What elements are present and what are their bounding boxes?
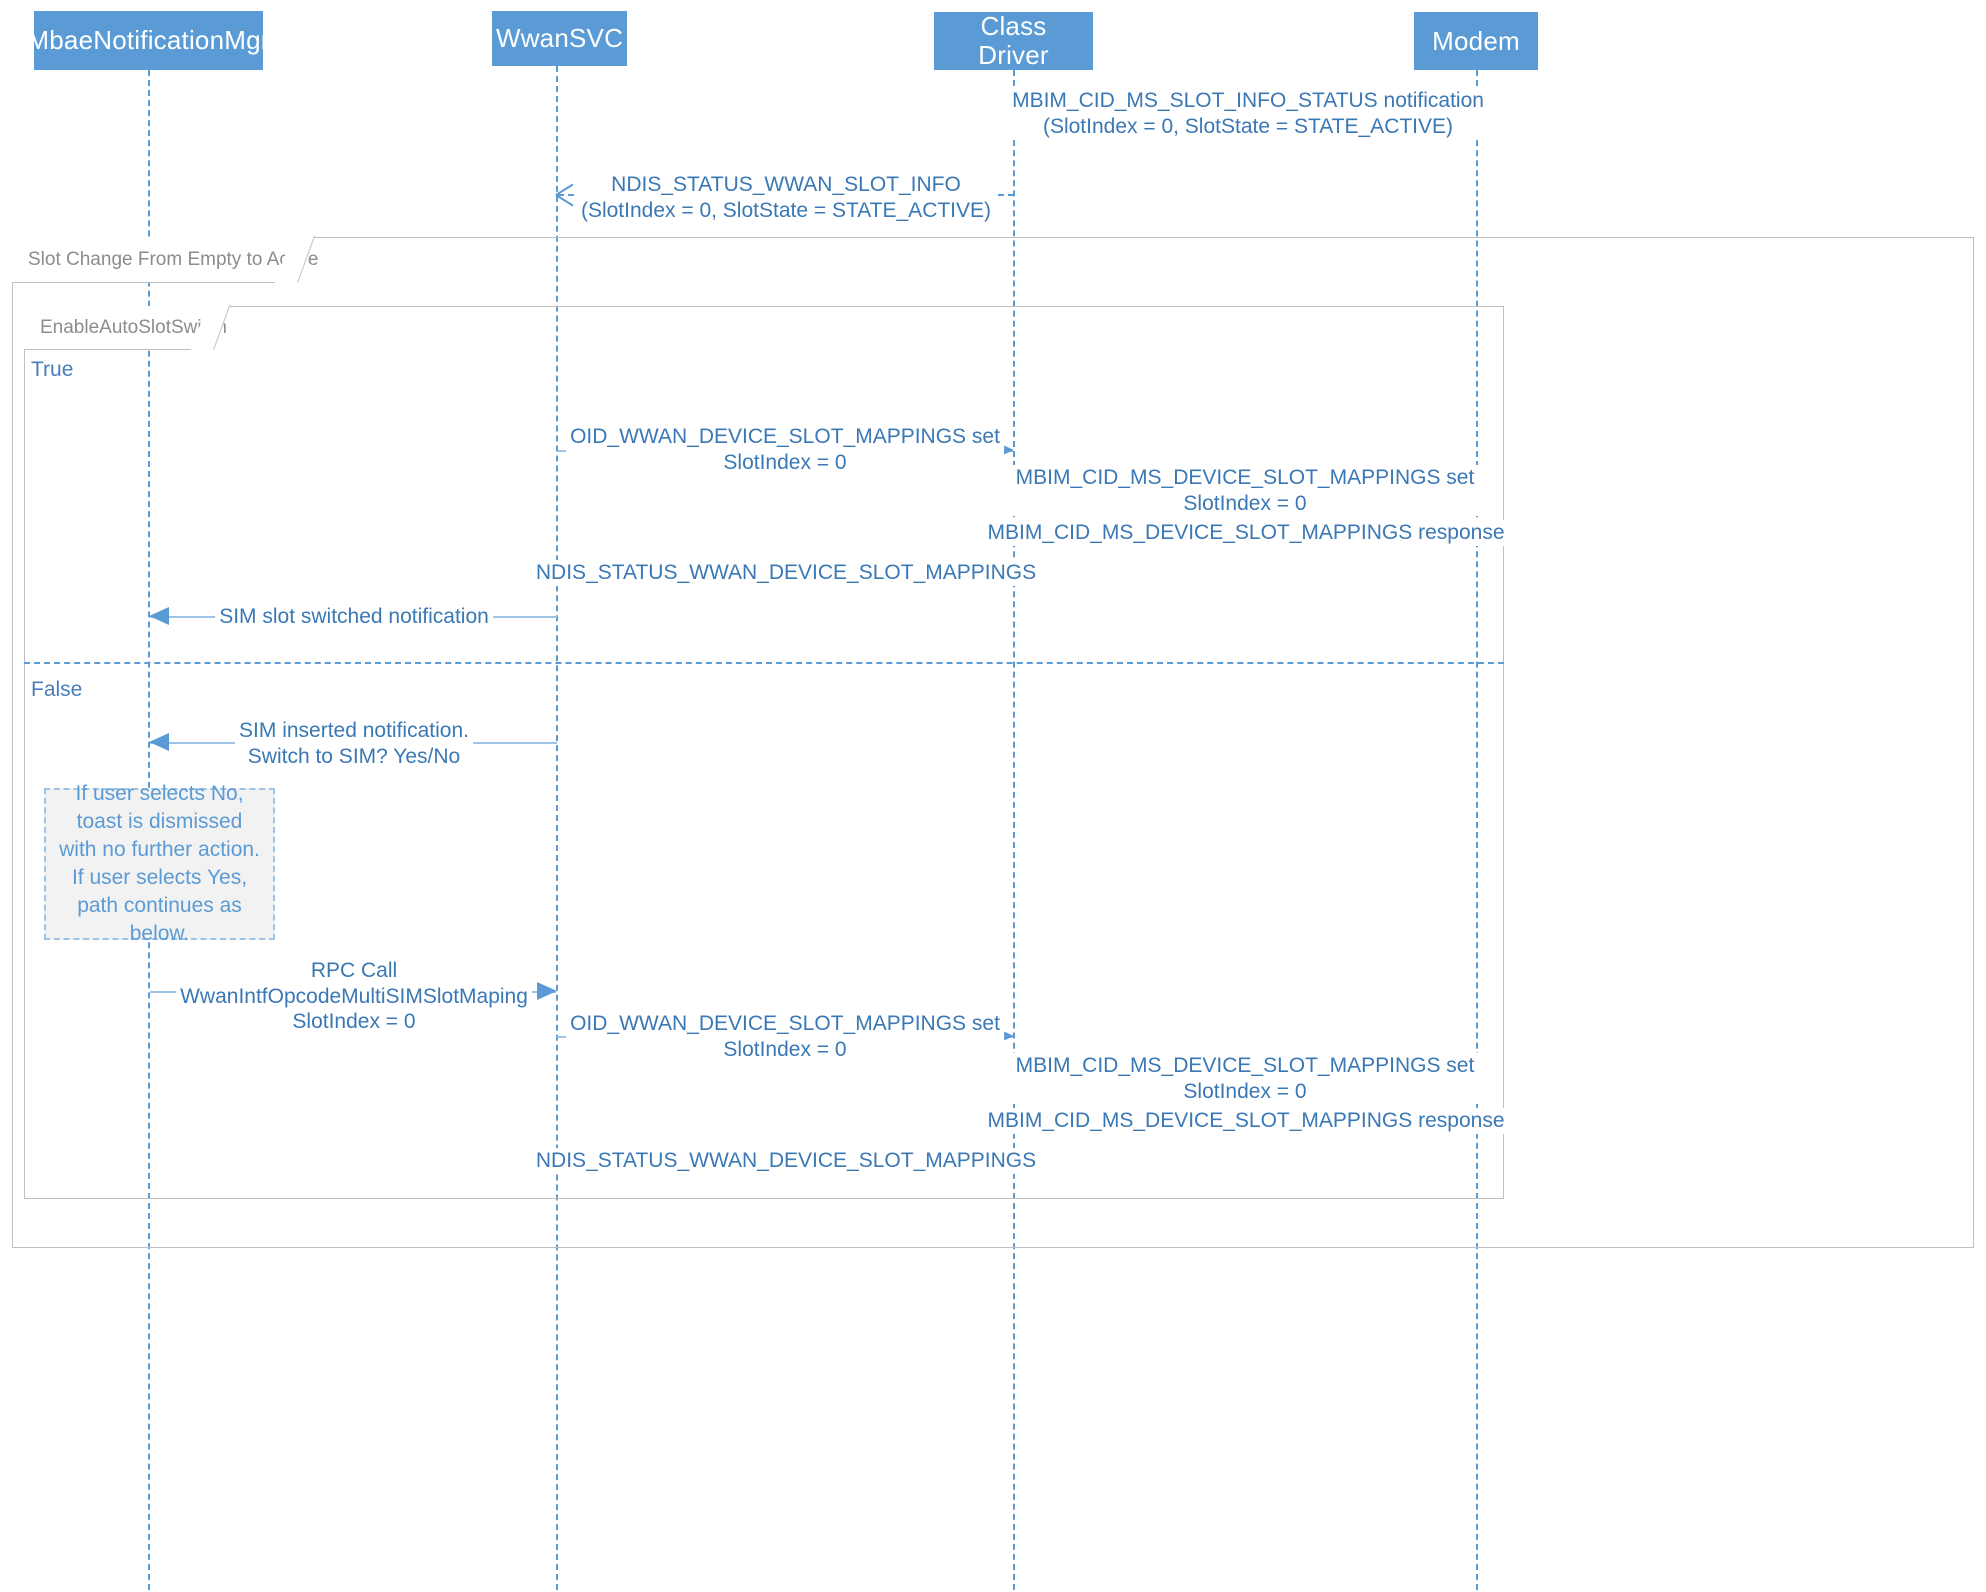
note-toast-behaviour: If user selects No, toast is dismissed w… — [44, 782, 275, 945]
guard-true: True — [31, 358, 74, 381]
message-m7-label: SIM slot switched notification — [215, 604, 493, 630]
participant-wwansvc[interactable]: WwanSVC — [492, 11, 627, 66]
participant-class-driver-label: Class Driver — [978, 11, 1049, 70]
message-m9-label: RPC Call WwanIntfOpcodeMultiSIMSlotMapin… — [176, 958, 532, 1035]
message-m2-label: NDIS_STATUS_WWAN_SLOT_INFO (SlotIndex = … — [576, 172, 996, 224]
fragment-slot-change-label-text: Slot Change From Empty to Active — [28, 248, 319, 270]
participant-class-driver[interactable]: Class Driver — [934, 12, 1093, 70]
fragment-alt-divider — [24, 662, 1504, 664]
message-m11-label: MBIM_CID_MS_DEVICE_SLOT_MAPPINGS set Slo… — [1011, 1053, 1479, 1105]
participant-mbaenotificationmgr-label: MbaeNotificationMgr — [27, 25, 270, 56]
message-m12-label: MBIM_CID_MS_DEVICE_SLOT_MAPPINGS respons… — [983, 1108, 1509, 1134]
arrowhead-right-icon — [537, 982, 557, 1000]
fragment-enable-auto-slot-switch-label: EnableAutoSlotSwitch — [24, 306, 227, 350]
arrowhead-left-icon — [149, 733, 169, 751]
message-m5-label: MBIM_CID_MS_DEVICE_SLOT_MAPPINGS respons… — [983, 520, 1509, 546]
arrowhead-left-icon — [149, 607, 169, 625]
arrowhead-left-icon — [556, 183, 574, 205]
message-m6-label: NDIS_STATUS_WWAN_DEVICE_SLOT_MAPPINGS — [531, 560, 1041, 586]
guard-false: False — [31, 678, 83, 701]
participant-modem-label: Modem — [1432, 25, 1520, 56]
message-m3-label: OID_WWAN_DEVICE_SLOT_MAPPINGS set SlotIn… — [566, 424, 1004, 476]
participant-wwansvc-label: WwanSVC — [495, 23, 624, 54]
message-m8-label: SIM inserted notification. Switch to SIM… — [235, 718, 473, 770]
message-m10-label: OID_WWAN_DEVICE_SLOT_MAPPINGS set SlotIn… — [566, 1011, 1004, 1063]
message-m4-label: MBIM_CID_MS_DEVICE_SLOT_MAPPINGS set Slo… — [1011, 465, 1479, 517]
message-m13-label: NDIS_STATUS_WWAN_DEVICE_SLOT_MAPPINGS — [531, 1148, 1041, 1174]
message-m1-label: MBIM_CID_MS_SLOT_INFO_STATUS notificatio… — [1008, 88, 1488, 140]
participant-mbaenotificationmgr[interactable]: MbaeNotificationMgr — [27, 11, 269, 70]
participant-modem[interactable]: Modem — [1414, 12, 1538, 70]
sequence-diagram-canvas: Slot Change From Empty to Active EnableA… — [0, 0, 1986, 1592]
fragment-enable-auto-slot-switch-label-text: EnableAutoSlotSwitch — [40, 316, 227, 338]
note-text: If user selects No, toast is dismissed w… — [59, 782, 260, 945]
fragment-slot-change-label: Slot Change From Empty to Active — [12, 237, 318, 283]
